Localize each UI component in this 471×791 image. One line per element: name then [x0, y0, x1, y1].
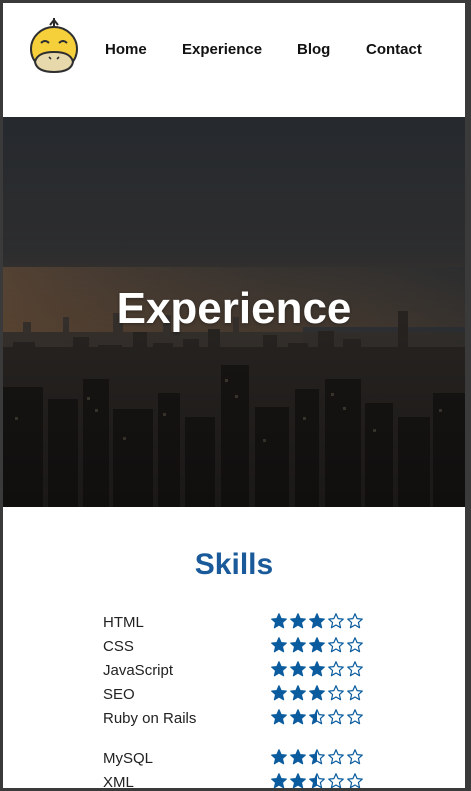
nav-home-link[interactable]: Home: [105, 40, 147, 60]
star-filled-icon: [290, 685, 306, 701]
star-filled-icon: [271, 613, 287, 629]
skill-rating: [271, 771, 371, 788]
star-outline-icon: [347, 613, 363, 629]
star-filled-icon: [309, 685, 325, 701]
skills-heading: Skills: [194, 548, 274, 581]
hero-title: Experience: [116, 284, 352, 333]
star-filled-icon: [290, 613, 306, 629]
skill-name: JavaScript: [103, 662, 174, 679]
star-outline-icon: [328, 685, 344, 701]
star-filled-icon: [271, 709, 287, 725]
star-filled-icon: [309, 637, 325, 653]
star-filled-icon: [290, 749, 306, 765]
skill-row: MySQL: [103, 747, 403, 769]
skill-name: XML: [103, 774, 134, 788]
skill-row: Ruby on Rails: [103, 707, 403, 729]
star-filled-icon: [290, 637, 306, 653]
skill-row: JavaScript: [103, 659, 403, 681]
skill-name: SEO: [103, 686, 135, 703]
skill-rating: [271, 707, 371, 729]
skill-row: XML: [103, 771, 403, 788]
star-half-icon: [309, 709, 325, 725]
skills-section: Skills HTML CSS JavaScript SEO Ruby on Rails…: [3, 507, 465, 788]
skill-row: CSS: [103, 635, 403, 657]
main-nav: Home Experience Blog Contact: [3, 40, 465, 60]
nav-experience-link[interactable]: Experience: [182, 40, 262, 60]
skill-rating: [271, 683, 371, 705]
hero-banner: Experience: [3, 117, 465, 507]
star-filled-icon: [271, 749, 287, 765]
skill-name: MySQL: [103, 750, 154, 767]
star-filled-icon: [290, 773, 306, 788]
nav-blog-link[interactable]: Blog: [297, 40, 330, 60]
star-outline-icon: [347, 709, 363, 725]
star-filled-icon: [290, 709, 306, 725]
star-filled-icon: [271, 773, 287, 788]
skill-rating: [271, 635, 371, 657]
star-filled-icon: [271, 637, 287, 653]
star-outline-icon: [328, 773, 344, 788]
site-header: Home Experience Blog Contact: [3, 3, 465, 117]
star-outline-icon: [328, 613, 344, 629]
skill-rating: [271, 611, 371, 633]
skill-row: HTML: [103, 611, 403, 633]
skill-rating: [271, 747, 371, 769]
star-outline-icon: [347, 661, 363, 677]
skill-name: HTML: [103, 614, 144, 631]
star-outline-icon: [347, 773, 363, 788]
star-outline-icon: [347, 749, 363, 765]
star-half-icon: [309, 773, 325, 788]
star-outline-icon: [328, 637, 344, 653]
skill-name: Ruby on Rails: [103, 710, 197, 727]
skill-rating: [271, 659, 371, 681]
star-outline-icon: [328, 661, 344, 677]
star-filled-icon: [309, 661, 325, 677]
skill-name: CSS: [103, 638, 134, 655]
star-outline-icon: [328, 709, 344, 725]
nav-contact-link[interactable]: Contact: [366, 40, 422, 60]
star-outline-icon: [347, 685, 363, 701]
star-filled-icon: [290, 661, 306, 677]
star-filled-icon: [309, 613, 325, 629]
star-half-icon: [309, 749, 325, 765]
star-filled-icon: [271, 661, 287, 677]
star-outline-icon: [328, 749, 344, 765]
star-outline-icon: [347, 637, 363, 653]
page-frame: Home Experience Blog Contact Experience …: [3, 3, 465, 788]
skill-row: SEO: [103, 683, 403, 705]
star-filled-icon: [271, 685, 287, 701]
